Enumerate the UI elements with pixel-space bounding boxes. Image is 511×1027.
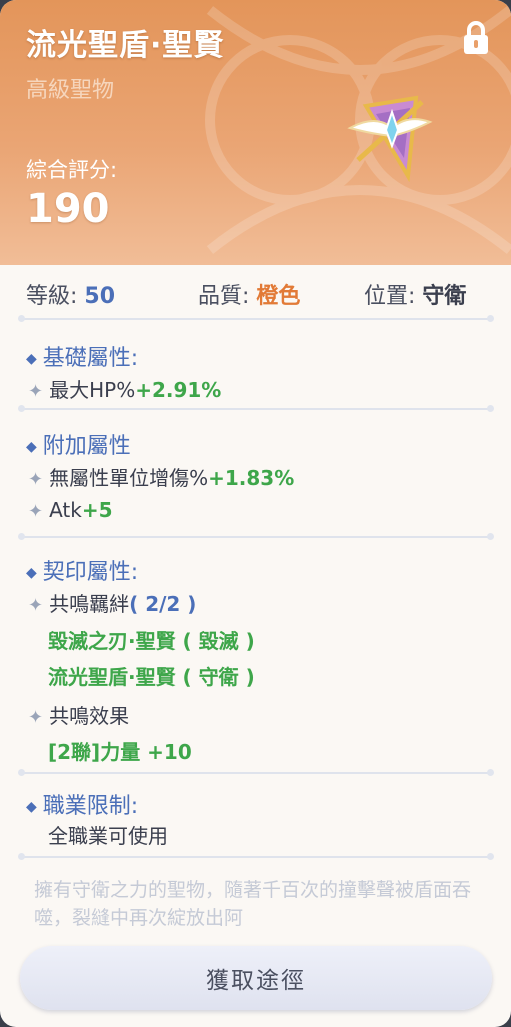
- item-description: 擁有守衛之力的聖物，隨著千百次的撞擊聲被盾面吞噬，裂縫中再次綻放出阿: [34, 879, 472, 929]
- attr-row: ✦ 最大HP%+2.91%: [28, 374, 221, 403]
- seal-attrs-title-text: 契印屬性:: [42, 560, 139, 585]
- job-limit-title: ◆ 職業限制:: [26, 788, 138, 820]
- diamond-icon: ◆: [26, 565, 37, 581]
- divider: [18, 405, 494, 414]
- score-value: 190: [26, 186, 110, 232]
- extra-attrs-title-text: 附加屬性: [42, 434, 131, 459]
- position-info: 位置: 守衛: [364, 278, 466, 310]
- bond-row: ✦ 共鳴羈絆( 2/2 ): [28, 588, 196, 617]
- level-value: 50: [84, 284, 116, 309]
- score-label: 綜合評分:: [26, 158, 118, 182]
- card-header: 流光聖盾·聖賢 高級聖物 綜合評分: 190: [0, 0, 511, 265]
- attr-name: 最大HP%: [49, 378, 136, 402]
- attr-value: +5: [81, 498, 113, 522]
- attr-row: ✦ 無屬性單位增傷%+1.83%: [28, 462, 294, 491]
- position-value: 守衛: [422, 284, 467, 309]
- diamond-icon: ◆: [26, 799, 37, 815]
- base-attrs-title: ◆ 基礎屬性:: [26, 340, 138, 372]
- bond-item: 毀滅之刃·聖賢 ( 毀滅 ): [48, 629, 255, 653]
- effect-text: [2聯]力量 +10: [48, 740, 192, 764]
- effect-label: 共鳴效果: [49, 704, 130, 728]
- sparkle-icon: ✦: [28, 707, 44, 728]
- acquire-button[interactable]: 獲取途徑: [20, 946, 492, 1010]
- diamond-icon: ◆: [26, 351, 37, 367]
- bond-label: 共鳴羈絆: [49, 592, 130, 616]
- divider: [18, 315, 494, 324]
- job-limit-text: 全職業可使用: [48, 824, 168, 848]
- position-label: 位置:: [364, 284, 416, 309]
- level-label: 等級:: [26, 284, 78, 309]
- attr-value: +2.91%: [135, 378, 222, 402]
- quality-label: 品質:: [198, 284, 250, 309]
- divider: [18, 533, 494, 542]
- extra-attrs-title: ◆ 附加屬性: [26, 428, 131, 460]
- sparkle-icon: ✦: [28, 501, 44, 522]
- sparkle-icon: ✦: [28, 469, 44, 490]
- sparkle-icon: ✦: [28, 381, 44, 402]
- lock-icon[interactable]: [460, 20, 492, 56]
- relic-detail-card: 流光聖盾·聖賢 高級聖物 綜合評分: 190 等級: 50 品質: 橙色 位置:…: [0, 0, 511, 1027]
- seal-attrs-title: ◆ 契印屬性:: [26, 554, 138, 586]
- attr-value: +1.83%: [208, 466, 295, 490]
- quality-value: 橙色: [256, 284, 301, 309]
- bond-item: 流光聖盾·聖賢 ( 守衛 ): [48, 665, 255, 689]
- diamond-icon: ◆: [26, 439, 37, 455]
- job-limit-title-text: 職業限制:: [42, 794, 139, 819]
- item-name: 流光聖盾·聖賢: [26, 28, 225, 63]
- attr-name: 無屬性單位增傷%: [49, 466, 209, 490]
- divider: [18, 769, 494, 778]
- attr-row: ✦ Atk+5: [28, 498, 113, 522]
- divider: [18, 853, 494, 862]
- effect-row: ✦ 共鳴效果: [28, 700, 129, 729]
- sparkle-icon: ✦: [28, 595, 44, 616]
- item-type: 高級聖物: [26, 78, 115, 103]
- base-attrs-title-text: 基礎屬性:: [42, 346, 139, 371]
- relic-shield-icon: [347, 95, 433, 183]
- bond-count: ( 2/2 ): [129, 592, 197, 616]
- level-info: 等級: 50: [26, 278, 115, 310]
- quality-info: 品質: 橙色: [198, 278, 300, 310]
- attr-name: Atk: [49, 498, 82, 522]
